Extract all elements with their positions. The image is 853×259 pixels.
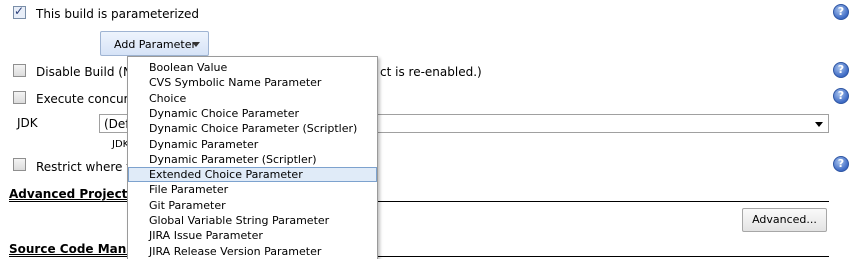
add-parameter-button[interactable]: Add Parameter [100, 31, 209, 56]
source-code-heading: Source Code Mana [9, 242, 135, 256]
chevron-down-icon [815, 122, 823, 127]
dropdown-arrow-icon [192, 42, 200, 47]
advanced-button[interactable]: Advanced... [742, 208, 827, 232]
jdk-label: JDK [17, 116, 38, 130]
help-icon[interactable]: ? [833, 88, 849, 104]
restrict-label: Restrict where th [36, 160, 139, 174]
help-icon[interactable]: ? [833, 156, 849, 172]
help-icon[interactable]: ? [833, 4, 849, 20]
parameterized-label: This build is parameterized [36, 7, 200, 21]
jdk-selected-value: (Def [104, 117, 130, 131]
menu-item[interactable]: Dynamic Choice Parameter (Scriptler) [128, 121, 377, 136]
disable-build-label-tail: ct is re-enabled.) [380, 65, 482, 79]
menu-item[interactable]: File Parameter [128, 182, 377, 197]
execute-concurrent-label: Execute concurr [36, 92, 134, 106]
menu-item[interactable]: Dynamic Parameter [128, 137, 377, 152]
menu-item[interactable]: CVS Symbolic Name Parameter [128, 75, 377, 90]
restrict-checkbox[interactable] [13, 158, 26, 171]
menu-item[interactable]: Dynamic Parameter (Scriptler) [128, 152, 377, 167]
add-parameter-label: Add Parameter [114, 38, 197, 51]
menu-item[interactable]: JIRA Issue Parameter [128, 228, 377, 243]
menu-item[interactable]: Choice [128, 91, 377, 106]
menu-item[interactable]: Git Parameter [128, 198, 377, 213]
menu-item[interactable]: JIRA Release Version Parameter [128, 244, 377, 259]
add-parameter-menu: Boolean Value CVS Symbolic Name Paramete… [127, 56, 378, 259]
menu-item[interactable]: Global Variable String Parameter [128, 213, 377, 228]
disable-build-checkbox[interactable] [13, 64, 26, 77]
menu-item[interactable]: Boolean Value [128, 60, 377, 75]
menu-item-selected[interactable]: Extended Choice Parameter [128, 167, 377, 182]
parameterized-checkbox[interactable] [13, 4, 26, 19]
advanced-project-heading: Advanced Project [9, 187, 128, 201]
execute-concurrent-checkbox[interactable] [13, 91, 26, 104]
help-icon[interactable]: ? [833, 62, 849, 78]
disable-build-label: Disable Build (N [36, 65, 132, 79]
menu-item[interactable]: Dynamic Choice Parameter [128, 106, 377, 121]
